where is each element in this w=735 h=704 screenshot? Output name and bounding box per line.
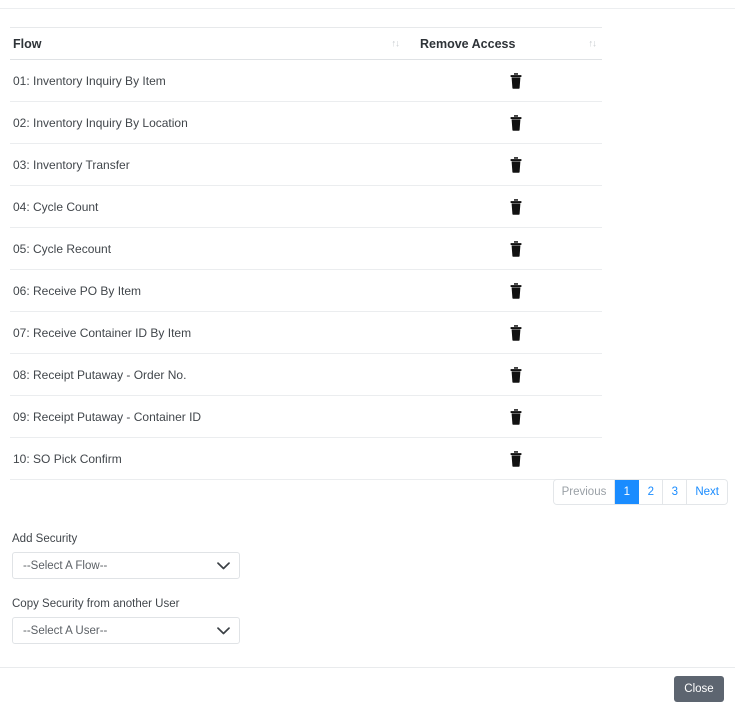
trash-icon[interactable] [507, 282, 525, 300]
cell-remove-access [407, 185, 602, 228]
add-security-group: Add Security --Select A Flow-- [12, 533, 240, 579]
table-row: 06: Receive PO By Item [10, 269, 602, 312]
column-header-flow[interactable]: Flow ↑↓ [10, 27, 407, 60]
copy-security-group: Copy Security from another User --Select… [12, 598, 240, 644]
chevron-down-icon [217, 626, 230, 635]
cell-flow-name: 07: Receive Container ID By Item [10, 311, 407, 354]
pagination-next[interactable]: Next [687, 480, 727, 504]
column-header-flow-label: Flow [13, 36, 42, 51]
trash-icon[interactable] [507, 408, 525, 426]
cell-remove-access [407, 437, 602, 480]
copy-security-selected-value: --Select A User-- [23, 624, 108, 637]
cell-flow-name: 03: Inventory Transfer [10, 143, 407, 186]
trash-icon[interactable] [507, 450, 525, 468]
table-body: 01: Inventory Inquiry By Item 02: Invent… [10, 59, 602, 480]
table-header-row: Flow ↑↓ Remove Access ↑↓ [10, 27, 602, 60]
trash-icon[interactable] [507, 324, 525, 342]
sort-both-icon[interactable]: ↑↓ [392, 39, 400, 49]
cell-remove-access [407, 395, 602, 438]
table-row: 03: Inventory Transfer [10, 143, 602, 186]
cell-flow-name: 09: Receipt Putaway - Container ID [10, 395, 407, 438]
column-header-remove-access[interactable]: Remove Access ↑↓ [407, 27, 602, 60]
table-header: Flow ↑↓ Remove Access ↑↓ [10, 27, 602, 60]
table-row: 08: Receipt Putaway - Order No. [10, 353, 602, 396]
cell-flow-name: 02: Inventory Inquiry By Location [10, 101, 407, 144]
pagination-page-1[interactable]: 1 [615, 480, 640, 504]
cell-flow-name: 06: Receive PO By Item [10, 269, 407, 312]
cell-flow-name: 10: SO Pick Confirm [10, 437, 407, 480]
cell-remove-access [407, 101, 602, 144]
table-row: 05: Cycle Recount [10, 227, 602, 270]
cell-flow-name: 04: Cycle Count [10, 185, 407, 228]
modal-body: Flow ↑↓ Remove Access ↑↓ 01: Inventory I… [0, 9, 735, 667]
add-security-select[interactable]: --Select A Flow-- [12, 552, 240, 579]
table-row: 09: Receipt Putaway - Container ID [10, 395, 602, 438]
table-row: 10: SO Pick Confirm [10, 437, 602, 480]
cell-remove-access [407, 269, 602, 312]
cell-flow-name: 08: Receipt Putaway - Order No. [10, 353, 407, 396]
table-row: 01: Inventory Inquiry By Item [10, 59, 602, 102]
trash-icon[interactable] [507, 366, 525, 384]
footer-divider [0, 667, 735, 668]
copy-security-select[interactable]: --Select A User-- [12, 617, 240, 644]
cell-remove-access [407, 227, 602, 270]
column-header-remove-access-label: Remove Access [420, 36, 516, 51]
trash-icon[interactable] [507, 198, 525, 216]
table-row: 04: Cycle Count [10, 185, 602, 228]
table-row: 02: Inventory Inquiry By Location [10, 101, 602, 144]
cell-remove-access [407, 311, 602, 354]
pagination-previous[interactable]: Previous [553, 480, 616, 504]
add-security-label: Add Security [12, 533, 78, 545]
add-security-selected-value: --Select A Flow-- [23, 559, 108, 572]
sort-both-icon[interactable]: ↑↓ [589, 39, 597, 49]
pagination-page-2[interactable]: 2 [639, 480, 664, 504]
cell-remove-access [407, 143, 602, 186]
cell-remove-access [407, 353, 602, 396]
pagination-page-3[interactable]: 3 [663, 480, 688, 504]
cell-flow-name: 05: Cycle Recount [10, 227, 407, 270]
cell-flow-name: 01: Inventory Inquiry By Item [10, 59, 407, 102]
pagination: Previous 1 2 3 Next [553, 480, 727, 504]
chevron-down-icon [217, 561, 230, 570]
copy-security-label: Copy Security from another User [12, 598, 180, 610]
trash-icon[interactable] [507, 72, 525, 90]
cell-remove-access [407, 59, 602, 102]
table-row: 07: Receive Container ID By Item [10, 311, 602, 354]
trash-icon[interactable] [507, 156, 525, 174]
flow-security-table: Flow ↑↓ Remove Access ↑↓ 01: Inventory I… [10, 27, 602, 480]
close-button[interactable]: Close [674, 676, 724, 702]
trash-icon[interactable] [507, 240, 525, 258]
trash-icon[interactable] [507, 114, 525, 132]
